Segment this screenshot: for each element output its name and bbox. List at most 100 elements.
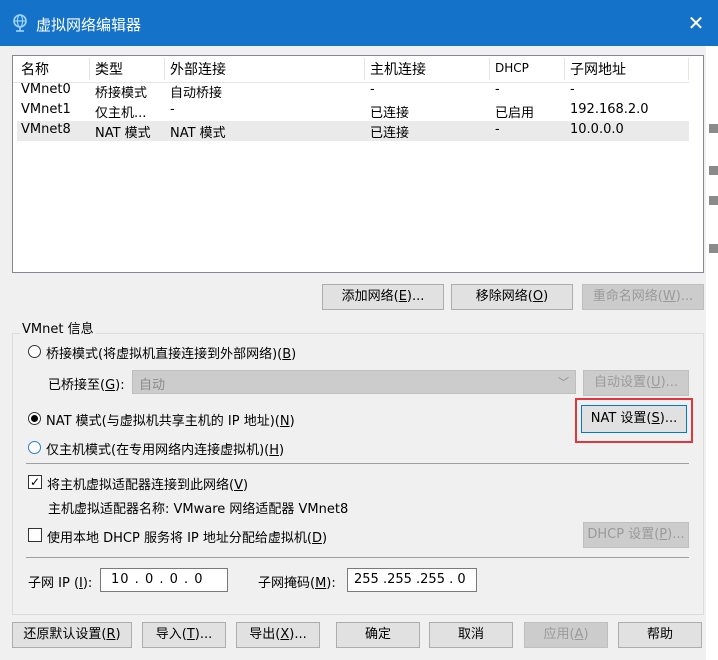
button-label: 还原默认设置(	[23, 627, 107, 642]
column-header-dhcp[interactable]: DHCP	[495, 61, 529, 75]
import-button[interactable]: 导入(T)...	[142, 622, 226, 648]
cell-type: NAT 模式	[95, 126, 151, 141]
button-label-tail: )...	[194, 627, 213, 642]
cell-type: 桥接模式	[95, 86, 148, 101]
subnet-mask-input[interactable]: 255 .255 .255 . 0	[347, 568, 477, 592]
connect-adapter-label[interactable]: 将主机虚拟适配器连接到此网络(V)	[47, 474, 248, 493]
cell-subnet: 192.168.2.0	[570, 102, 649, 117]
column-divider[interactable]	[564, 58, 565, 80]
column-divider[interactable]	[364, 58, 365, 80]
cancel-button[interactable]: 取消	[429, 622, 513, 648]
button-label: 应用(	[543, 627, 575, 642]
bridged-mode-radio[interactable]	[28, 345, 41, 358]
hotkey: T	[186, 627, 195, 642]
cell-dhcp: -	[495, 122, 500, 137]
background-window-strip	[706, 46, 718, 660]
network-list-header: 名称 类型 外部连接 主机连接 DHCP 子网地址	[13, 56, 689, 83]
cell-dhcp: -	[495, 82, 500, 97]
button-label-tail: )...	[406, 289, 425, 304]
network-list[interactable]: 名称 类型 外部连接 主机连接 DHCP 子网地址 VMnet0 桥接模式 自动…	[12, 55, 704, 273]
button-label: 导出(	[249, 627, 281, 642]
column-divider[interactable]	[489, 58, 490, 80]
divider	[26, 557, 689, 558]
background-mark	[709, 124, 718, 133]
use-dhcp-checkbox[interactable]	[28, 528, 42, 542]
column-header-host[interactable]: 主机连接	[370, 59, 426, 79]
bridged-to-dropdown[interactable]: 自动 ﹀	[132, 370, 576, 394]
column-header-external[interactable]: 外部连接	[170, 59, 226, 79]
background-mark	[709, 244, 718, 253]
cell-subnet: 10.0.0.0	[570, 122, 624, 137]
cell-type: 仅主机...	[95, 106, 147, 121]
bridged-to-label: 已桥接至(G):	[48, 378, 125, 393]
button-label-tail: )	[115, 627, 121, 642]
button-label-tail: )...	[675, 289, 694, 304]
chevron-down-icon: ﹀	[558, 376, 569, 389]
nat-mode-radio[interactable]	[28, 412, 41, 425]
connect-adapter-checkbox[interactable]: ✓	[28, 475, 42, 489]
divider	[26, 463, 689, 464]
ok-button[interactable]: 确定	[336, 622, 420, 648]
close-icon: ✕	[687, 11, 705, 35]
checkmark-icon: ✓	[29, 475, 41, 489]
cell-host: 已连接	[370, 106, 410, 121]
column-divider[interactable]	[688, 58, 689, 80]
network-globe-icon	[13, 14, 27, 32]
cell-name: VMnet0	[21, 82, 71, 97]
table-row[interactable]: VMnet0 桥接模式 自动桥接 - - -	[17, 81, 689, 101]
adapter-name-text: 主机虚拟适配器名称: VMware 网络适配器 VMnet8	[48, 502, 349, 517]
bridged-to-value: 自动	[139, 378, 166, 393]
nat-mode-label[interactable]: NAT 模式(与虚拟机共享主机的 IP 地址)(N)	[46, 410, 295, 429]
button-label: DHCP 设置(	[587, 527, 660, 542]
button-label: 取消	[457, 627, 484, 642]
cell-name: VMnet1	[21, 102, 71, 117]
hotkey: E	[398, 289, 407, 304]
hotkey: X	[280, 627, 290, 642]
column-divider[interactable]	[89, 58, 90, 80]
cell-external: 自动桥接	[170, 86, 223, 101]
column-divider[interactable]	[164, 58, 165, 80]
apply-button[interactable]: 应用(A)	[524, 622, 608, 648]
host-only-mode-label[interactable]: 仅主机模式(在专用网络内连接虚拟机)(H)	[46, 439, 284, 458]
rename-network-button[interactable]: 重命名网络(W)...	[582, 284, 704, 310]
use-dhcp-label[interactable]: 使用本地 DHCP 服务将 IP 地址分配给虚拟机(D)	[47, 527, 327, 546]
vmnet-info-label: VMnet 信息	[20, 318, 96, 337]
highlight-box	[575, 398, 693, 443]
table-row[interactable]: VMnet1 仅主机... - 已连接 已启用 192.168.2.0	[17, 101, 689, 121]
title-bar: 虚拟网络编辑器 ✕	[0, 0, 718, 46]
cell-external: NAT 模式	[170, 126, 226, 141]
column-header-subnet[interactable]: 子网地址	[570, 59, 626, 79]
cell-name: VMnet8	[21, 122, 71, 137]
column-header-type[interactable]: 类型	[95, 59, 123, 79]
hotkey: W	[662, 289, 676, 304]
subnet-ip-label: 子网 IP (I):	[28, 576, 93, 591]
close-button[interactable]: ✕	[682, 10, 710, 36]
window-title: 虚拟网络编辑器	[36, 16, 142, 34]
export-button[interactable]: 导出(X)...	[236, 622, 320, 648]
cell-host: 已连接	[370, 126, 410, 141]
add-network-button[interactable]: 添加网络(E)...	[322, 284, 444, 310]
button-label-tail: )	[543, 289, 549, 304]
help-button[interactable]: 帮助	[618, 622, 702, 648]
dhcp-settings-button[interactable]: DHCP 设置(P)...	[583, 522, 689, 548]
button-label-tail: )	[583, 627, 589, 642]
cell-external: -	[170, 102, 175, 117]
subnet-mask-label: 子网掩码(M):	[258, 576, 336, 591]
restore-defaults-button[interactable]: 还原默认设置(R)	[12, 622, 132, 648]
button-label: 重命名网络(	[592, 289, 663, 304]
subnet-ip-input[interactable]: 10 . 0 . 0 . 0	[100, 568, 228, 592]
hotkey: R	[106, 627, 116, 642]
auto-settings-button[interactable]: 自动设置(U)...	[583, 370, 689, 396]
bridged-mode-label[interactable]: 桥接模式(将虚拟机直接连接到外部网络)(B)	[46, 343, 296, 362]
button-label: 导入(	[155, 627, 187, 642]
button-label-tail: )...	[667, 527, 685, 542]
host-only-mode-radio[interactable]	[28, 441, 41, 454]
table-row-selected[interactable]: VMnet8 NAT 模式 NAT 模式 已连接 - 10.0.0.0	[17, 121, 689, 141]
hotkey: P	[659, 527, 668, 542]
button-label-tail: )...	[660, 375, 679, 390]
button-label: 自动设置(	[593, 375, 652, 390]
hotkey: U	[651, 375, 661, 390]
remove-network-button[interactable]: 移除网络(O)	[451, 284, 573, 310]
column-header-name[interactable]: 名称	[21, 59, 49, 79]
background-mark	[709, 166, 718, 175]
